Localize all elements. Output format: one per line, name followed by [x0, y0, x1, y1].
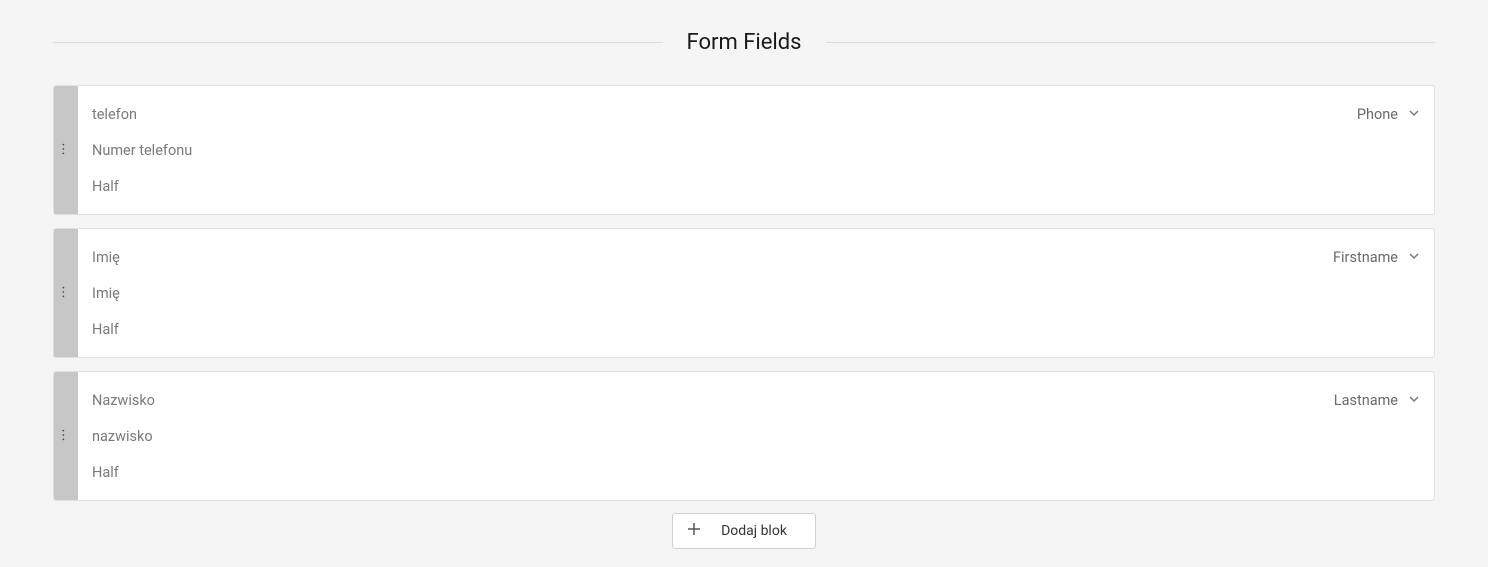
- chevron-down-icon: [1408, 106, 1420, 123]
- field-type-selector[interactable]: Firstname: [1333, 249, 1420, 266]
- field-card: telefon Phone Numer telefonu Half: [53, 85, 1435, 215]
- drag-icon: [61, 284, 71, 303]
- field-width-label: Half: [92, 321, 1420, 338]
- field-card: Nazwisko Lastname nazwisko Half: [53, 371, 1435, 501]
- field-placeholder-label: nazwisko: [92, 428, 1420, 445]
- section-header: Form Fields: [53, 0, 1435, 85]
- chevron-down-icon: [1408, 249, 1420, 266]
- section-title: Form Fields: [663, 30, 826, 55]
- field-placeholder-row[interactable]: Numer telefonu: [92, 132, 1420, 168]
- field-placeholder-label: Numer telefonu: [92, 142, 1420, 159]
- field-body: telefon Phone Numer telefonu Half: [78, 86, 1434, 214]
- drag-icon: [61, 427, 71, 446]
- chevron-down-icon: [1408, 392, 1420, 409]
- add-block-button[interactable]: Dodaj blok: [672, 513, 816, 549]
- field-placeholder-row[interactable]: nazwisko: [92, 418, 1420, 454]
- field-card: Imię Firstname Imię Half: [53, 228, 1435, 358]
- field-width-row[interactable]: Half: [92, 168, 1420, 204]
- field-placeholder-label: Imię: [92, 285, 1420, 302]
- divider-line: [53, 42, 663, 43]
- drag-handle[interactable]: [54, 372, 78, 500]
- field-type-label: Phone: [1357, 106, 1398, 123]
- field-width-label: Half: [92, 178, 1420, 195]
- field-name-row[interactable]: telefon Phone: [92, 96, 1420, 132]
- field-width-label: Half: [92, 464, 1420, 481]
- add-block-label: Dodaj blok: [721, 523, 787, 539]
- field-width-row[interactable]: Half: [92, 311, 1420, 347]
- field-body: Nazwisko Lastname nazwisko Half: [78, 372, 1434, 500]
- divider-line: [826, 42, 1436, 43]
- drag-handle[interactable]: [54, 86, 78, 214]
- field-type-selector[interactable]: Phone: [1357, 106, 1420, 123]
- field-name-label: Imię: [92, 249, 1333, 266]
- fields-list: telefon Phone Numer telefonu Half: [53, 85, 1435, 501]
- field-name-row[interactable]: Imię Firstname: [92, 239, 1420, 275]
- field-body: Imię Firstname Imię Half: [78, 229, 1434, 357]
- plus-icon: [687, 522, 701, 540]
- field-name-label: Nazwisko: [92, 392, 1334, 409]
- drag-handle[interactable]: [54, 229, 78, 357]
- field-name-row[interactable]: Nazwisko Lastname: [92, 382, 1420, 418]
- field-placeholder-row[interactable]: Imię: [92, 275, 1420, 311]
- field-name-label: telefon: [92, 106, 1357, 123]
- drag-icon: [61, 141, 71, 160]
- field-type-label: Firstname: [1333, 249, 1398, 266]
- field-type-label: Lastname: [1334, 392, 1398, 409]
- field-width-row[interactable]: Half: [92, 454, 1420, 490]
- field-type-selector[interactable]: Lastname: [1334, 392, 1420, 409]
